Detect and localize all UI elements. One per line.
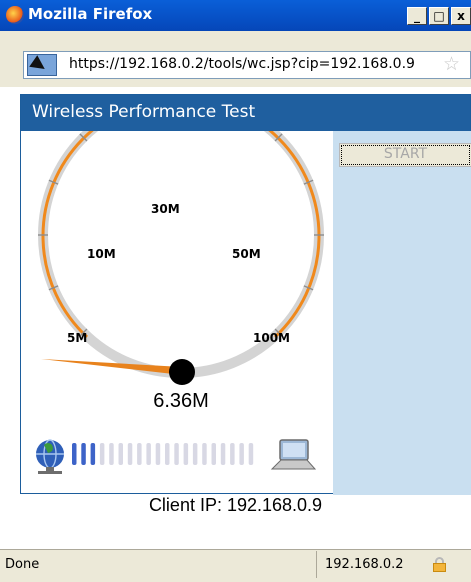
maximize-button[interactable]: □ xyxy=(429,7,449,25)
scale-label-5m: 5M xyxy=(67,331,87,345)
panel-title: Wireless Performance Test xyxy=(32,102,256,122)
signal-bar xyxy=(239,443,244,465)
signal-bar xyxy=(248,443,254,465)
signal-bar xyxy=(118,443,123,465)
status-text: Done xyxy=(5,557,40,572)
scale-label-100m: 100M xyxy=(253,331,290,345)
performance-panel: Wireless Performance Test 5M 10M 30M 50M… xyxy=(20,94,471,495)
window-controls: _ □ x xyxy=(407,7,471,25)
scale-label-10m: 10M xyxy=(87,247,116,261)
gauge-reading: 6.36M xyxy=(153,390,209,412)
title-bar: Mozilla Firefox _ □ x xyxy=(0,0,471,31)
gauge-hub xyxy=(169,359,195,385)
speed-gauge: 5M 10M 30M 50M 100M 6.36M xyxy=(36,131,324,474)
scale-label-30m: 30M xyxy=(151,202,180,216)
signal-bars xyxy=(72,443,254,465)
signal-bar xyxy=(165,443,170,465)
signal-bar xyxy=(192,443,198,465)
window-title: Mozilla Firefox xyxy=(28,5,153,23)
signal-bar xyxy=(81,443,86,465)
signal-bar xyxy=(137,443,142,465)
minimize-button[interactable]: _ xyxy=(407,7,427,25)
signal-bar xyxy=(230,443,235,465)
status-bar: Done 192.168.0.2 xyxy=(0,549,471,582)
laptop-icon xyxy=(270,439,317,470)
signal-bar xyxy=(183,443,189,465)
signal-bar xyxy=(220,443,226,465)
signal-bar xyxy=(211,443,216,465)
start-button[interactable]: START xyxy=(339,143,471,167)
lock-icon[interactable] xyxy=(433,557,446,572)
close-button[interactable]: x xyxy=(451,7,471,25)
site-identity-icon[interactable] xyxy=(27,54,57,76)
scale-label-50m: 50M xyxy=(232,247,261,261)
gauge-ticks xyxy=(38,133,324,337)
url-text[interactable]: https://192.168.0.2/tools/wc.jsp?cip=192… xyxy=(69,56,415,72)
page-content: Wireless Performance Test 5M 10M 30M 50M… xyxy=(0,87,471,572)
gauge-arc xyxy=(41,131,321,339)
signal-bar xyxy=(127,443,133,465)
signal-bar xyxy=(174,443,179,465)
status-host: 192.168.0.2 xyxy=(316,551,471,578)
signal-bar xyxy=(109,443,114,465)
gauge-area: 5M 10M 30M 50M 100M 6.36M xyxy=(21,131,333,493)
signal-bar xyxy=(202,443,207,465)
navigation-bar: https://192.168.0.2/tools/wc.jsp?cip=192… xyxy=(0,31,471,87)
panel-header: Wireless Performance Test xyxy=(21,95,470,131)
client-ip-label: Client IP: 192.168.0.9 xyxy=(148,495,323,515)
globe-network-icon xyxy=(36,439,64,474)
signal-bar xyxy=(90,443,96,465)
signal-bar xyxy=(99,443,105,465)
control-area: START xyxy=(333,131,471,495)
bookmark-star-icon[interactable]: ☆ xyxy=(443,55,460,74)
signal-bar xyxy=(155,443,161,465)
firefox-icon xyxy=(6,6,24,24)
signal-bar xyxy=(146,443,151,465)
signal-bar xyxy=(72,443,77,465)
